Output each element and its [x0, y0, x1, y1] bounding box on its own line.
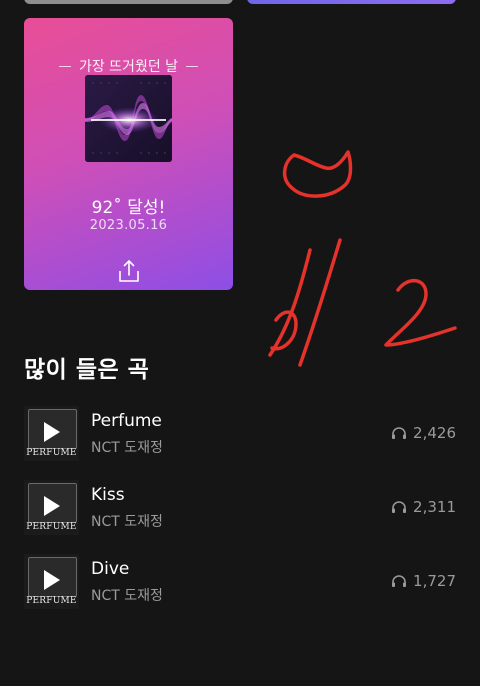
handwritten-annotation — [268, 150, 457, 367]
track-row[interactable]: PERFUME Perfume NCT 도재정 2,426 — [24, 406, 456, 462]
most-played-title: 많이 들은 곡 — [24, 357, 150, 383]
cover-text: PERFUME — [26, 596, 77, 606]
track-artist: NCT 도재정 — [91, 588, 163, 604]
waveform-icon — [85, 75, 172, 162]
achievement-date: 2023.05.16 — [89, 218, 168, 233]
previous-card-left[interactable] — [24, 0, 233, 4]
cover-text: PERFUME — [26, 522, 77, 532]
title-dash-left — [58, 65, 71, 67]
track-title: Perfume — [91, 411, 162, 431]
play-count-value: 2,426 — [413, 424, 456, 442]
play-count: 2,311 — [391, 498, 456, 516]
track-row[interactable]: PERFUME Dive NCT 도재정 1,727 — [24, 554, 456, 610]
play-count: 1,727 — [391, 572, 456, 590]
play-count-value: 1,727 — [413, 572, 456, 590]
headphones-icon — [392, 427, 407, 439]
play-icon[interactable] — [44, 496, 60, 516]
album-cover[interactable]: PERFUME — [24, 554, 79, 609]
track-artist: NCT 도재정 — [91, 440, 163, 456]
title-dash-right — [186, 65, 199, 67]
track-row[interactable]: PERFUME Kiss NCT 도재정 2,311 — [24, 480, 456, 536]
play-icon[interactable] — [44, 570, 60, 590]
play-count: 2,426 — [391, 424, 456, 442]
card-title-row: 가장 뜨거웠던 날 — [24, 56, 233, 76]
play-count-value: 2,311 — [413, 498, 456, 516]
waveform-artwork — [85, 75, 172, 162]
headphones-icon — [392, 575, 407, 587]
track-title: Dive — [91, 559, 130, 579]
track-title: Kiss — [91, 485, 125, 505]
achievement-text: 92˚ 달성! — [91, 198, 166, 218]
share-icon[interactable] — [117, 258, 141, 284]
album-cover[interactable]: PERFUME — [24, 480, 79, 535]
hottest-day-card[interactable]: 가장 뜨거웠던 날 92˚ 달성! 2023.05.16 — [24, 18, 233, 290]
cover-text: PERFUME — [26, 448, 77, 458]
headphones-icon — [392, 501, 407, 513]
screen: 가장 뜨거웠던 날 92˚ 달성! 2023.05.16 많이 들은 곡 PER… — [0, 0, 480, 686]
card-title: 가장 뜨거웠던 날 — [78, 59, 179, 75]
play-icon[interactable] — [44, 422, 60, 442]
track-artist: NCT 도재정 — [91, 514, 163, 530]
previous-card-right[interactable] — [247, 0, 456, 4]
album-cover[interactable]: PERFUME — [24, 406, 79, 461]
